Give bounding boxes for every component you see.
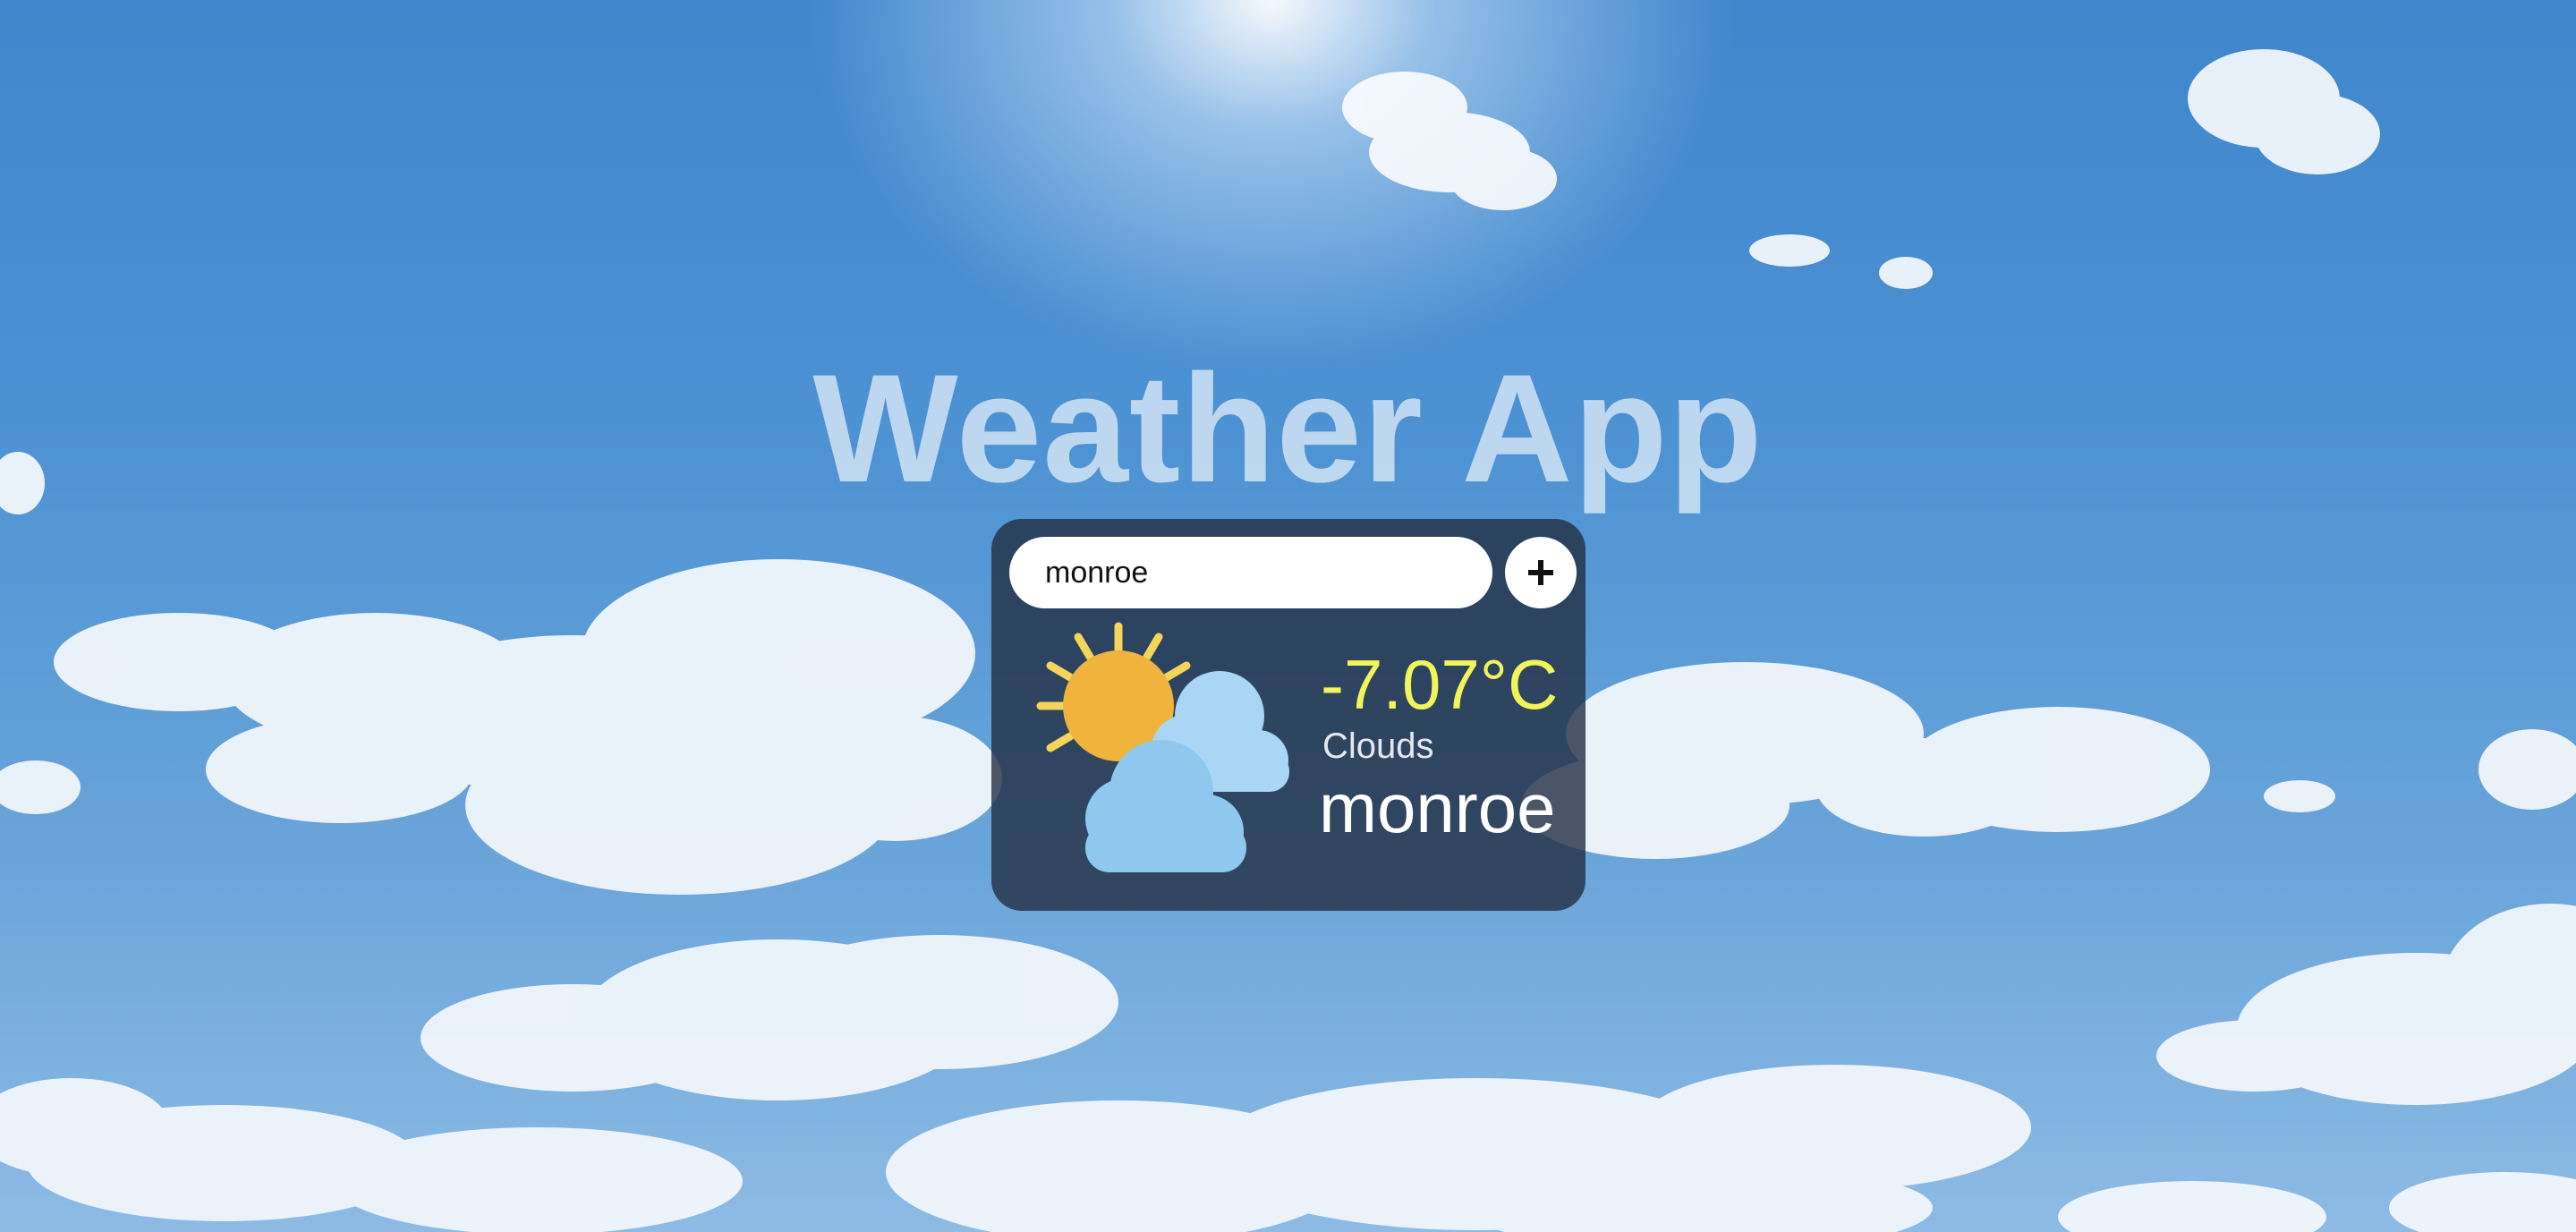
weather-condition: Clouds xyxy=(1322,726,1434,766)
city-name: monroe xyxy=(1319,769,1556,847)
plus-icon xyxy=(1528,560,1553,585)
app-title: Weather App xyxy=(812,343,1764,514)
add-city-button[interactable] xyxy=(1505,537,1577,608)
city-search-input[interactable] xyxy=(1009,537,1492,608)
sun-behind-clouds-icon xyxy=(1036,622,1289,872)
temperature-value: -7.07°C xyxy=(1321,645,1559,724)
weather-card: -7.07°C Clouds monroe xyxy=(991,519,1586,911)
